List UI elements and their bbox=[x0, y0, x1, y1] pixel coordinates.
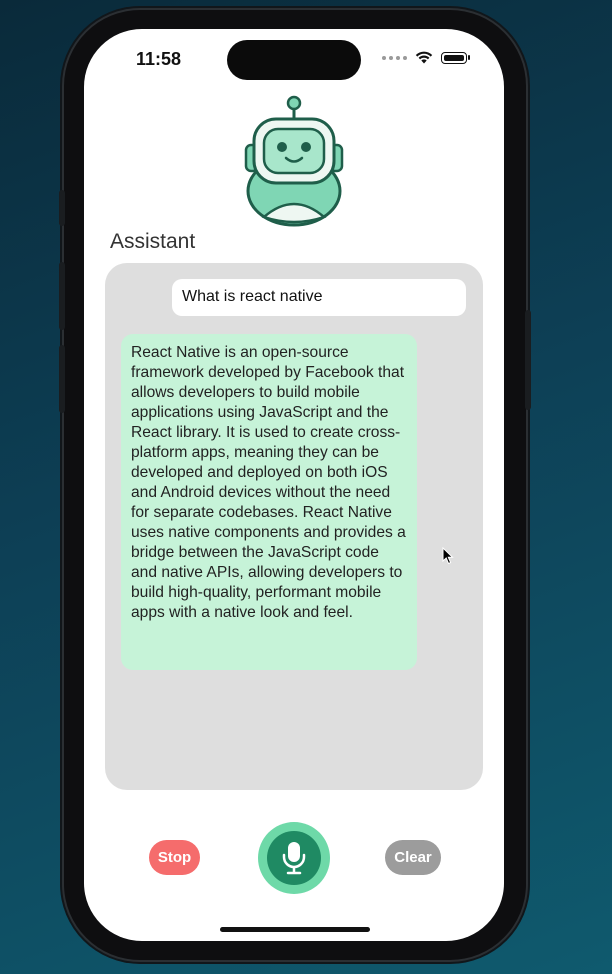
microphone-button-inner[interactable] bbox=[267, 831, 321, 885]
power-button bbox=[525, 310, 531, 410]
dynamic-island bbox=[227, 40, 361, 80]
home-indicator[interactable] bbox=[220, 927, 370, 932]
clear-button[interactable]: Clear bbox=[385, 840, 441, 875]
status-icons bbox=[382, 51, 470, 64]
microphone-button[interactable] bbox=[258, 822, 330, 894]
robot-avatar-icon bbox=[244, 95, 344, 227]
volume-down-button bbox=[59, 345, 65, 413]
battery-icon bbox=[441, 51, 467, 64]
wifi-icon bbox=[415, 51, 433, 64]
page-title: Assistant bbox=[110, 230, 196, 253]
microphone-icon bbox=[282, 842, 306, 875]
signal-dots-icon bbox=[382, 55, 407, 60]
user-message: What is react native bbox=[172, 279, 466, 316]
assistant-message: React Native is an open-source framework… bbox=[121, 334, 417, 670]
action-button bbox=[59, 190, 65, 226]
stop-button[interactable]: Stop bbox=[149, 840, 200, 875]
chat-container[interactable]: What is react native React Native is an … bbox=[105, 263, 483, 790]
status-time: 11:58 bbox=[136, 49, 182, 69]
volume-up-button bbox=[59, 262, 65, 330]
mouse-cursor-icon bbox=[442, 547, 454, 565]
app-screen: 11:58 Assistant What is react native Rea… bbox=[84, 29, 504, 941]
